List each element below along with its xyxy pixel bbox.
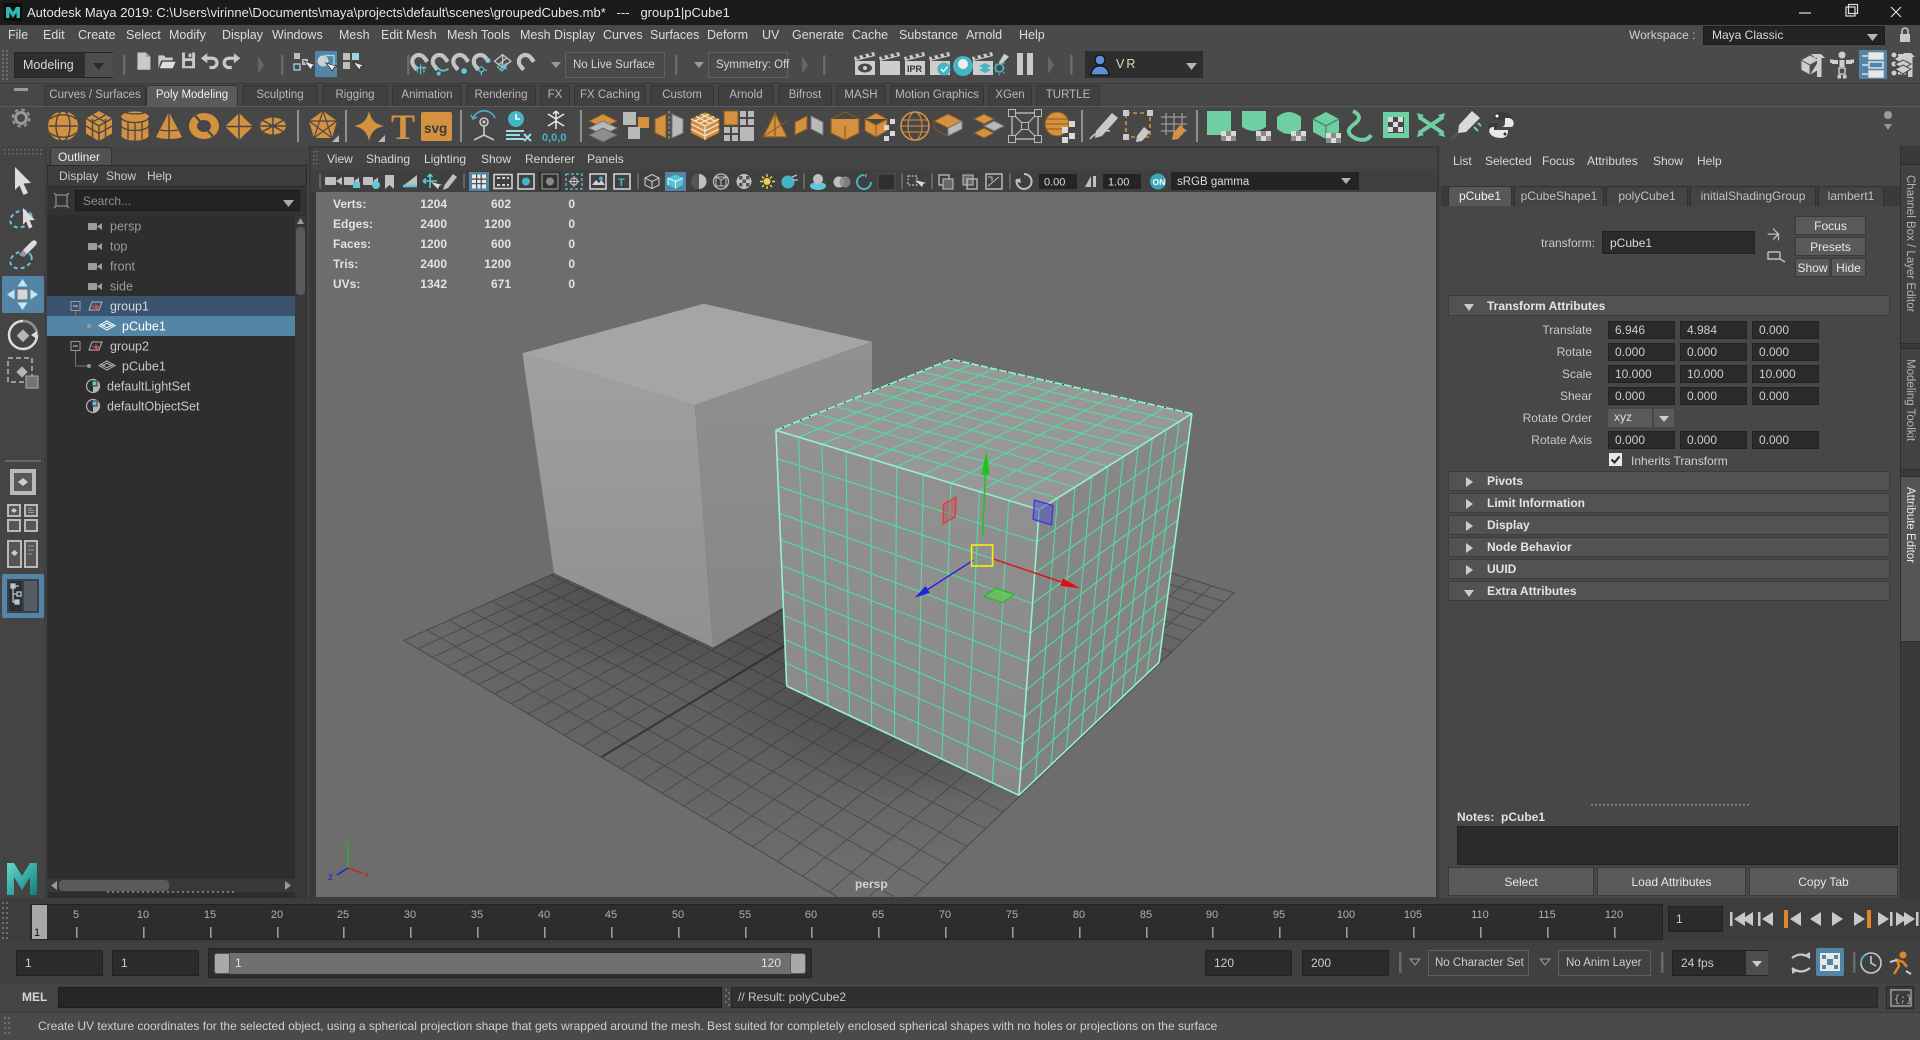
svg-text:Tris:: Tris:: [333, 257, 358, 271]
svg-text:svg: svg: [424, 121, 447, 136]
svg-text:0: 0: [568, 237, 575, 251]
svg-text:top: top: [110, 240, 127, 254]
svg-text:115: 115: [1538, 909, 1556, 921]
svg-text:0: 0: [568, 197, 575, 211]
svg-text:90: 90: [1206, 909, 1218, 921]
svg-text:60: 60: [805, 909, 817, 921]
svg-text:30: 30: [404, 909, 416, 921]
svg-text:Edges:: Edges:: [333, 217, 373, 231]
svg-text:{;}: {;}: [1894, 994, 1912, 1006]
svg-text:2400: 2400: [420, 217, 447, 231]
svg-text:75: 75: [1006, 909, 1018, 921]
svg-text:persp: persp: [855, 877, 888, 891]
svg-text:70: 70: [939, 909, 951, 921]
svg-text:671: 671: [491, 277, 511, 291]
svg-text:1: 1: [34, 927, 40, 939]
svg-text:15: 15: [204, 909, 216, 921]
svg-text:600: 600: [491, 237, 511, 251]
svg-text:y: y: [345, 837, 350, 848]
svg-text:0: 0: [568, 217, 575, 231]
svg-text:side: side: [110, 280, 133, 294]
svg-text:40: 40: [538, 909, 550, 921]
svg-text:Verts:: Verts:: [333, 197, 366, 211]
svg-text:defaultObjectSet: defaultObjectSet: [107, 400, 200, 414]
svg-text:UVs:: UVs:: [333, 277, 360, 291]
svg-text:Faces:: Faces:: [333, 237, 371, 251]
svg-text:defaultLightSet: defaultLightSet: [107, 380, 191, 394]
svg-text:65: 65: [872, 909, 884, 921]
svg-text:1200: 1200: [484, 257, 511, 271]
svg-text:105: 105: [1404, 909, 1422, 921]
svg-text:2400: 2400: [420, 257, 447, 271]
svg-text:T: T: [618, 177, 625, 189]
svg-text:T: T: [391, 107, 415, 147]
svg-text:602: 602: [491, 197, 511, 211]
svg-text:5: 5: [73, 909, 79, 921]
svg-text:IPR: IPR: [907, 64, 923, 74]
svg-text:0: 0: [568, 277, 575, 291]
svg-text:pCube1: pCube1: [122, 320, 166, 334]
svg-text:55: 55: [739, 909, 751, 921]
svg-text:95: 95: [1273, 909, 1285, 921]
svg-text:persp: persp: [110, 220, 141, 234]
svg-text:group2: group2: [110, 340, 149, 354]
svg-text:1204: 1204: [420, 197, 447, 211]
svg-text:10: 10: [137, 909, 149, 921]
svg-text:sRGB gamma: sRGB gamma: [1177, 176, 1250, 188]
svg-text:pCube1: pCube1: [122, 360, 166, 374]
svg-text:85: 85: [1140, 909, 1152, 921]
svg-text:ON: ON: [1153, 177, 1166, 187]
svg-text:110: 110: [1471, 909, 1489, 921]
svg-text:0,0,0: 0,0,0: [542, 132, 566, 144]
svg-text:20: 20: [271, 909, 283, 921]
svg-text:35: 35: [471, 909, 483, 921]
svg-text:45: 45: [605, 909, 617, 921]
svg-text:group1: group1: [110, 300, 149, 314]
svg-text:1342: 1342: [420, 277, 447, 291]
svg-text:0: 0: [568, 257, 575, 271]
svg-text:1200: 1200: [420, 237, 447, 251]
svg-text:100: 100: [1337, 909, 1355, 921]
svg-text:front: front: [110, 260, 136, 274]
svg-text:50: 50: [672, 909, 684, 921]
svg-text:0.00: 0.00: [1044, 177, 1065, 189]
svg-text:z: z: [328, 872, 333, 883]
svg-text:1.00: 1.00: [1108, 177, 1129, 189]
svg-text:x: x: [364, 870, 369, 881]
svg-text:120: 120: [1605, 909, 1623, 921]
svg-text:25: 25: [337, 909, 349, 921]
svg-text:80: 80: [1073, 909, 1085, 921]
svg-text:1200: 1200: [484, 217, 511, 231]
